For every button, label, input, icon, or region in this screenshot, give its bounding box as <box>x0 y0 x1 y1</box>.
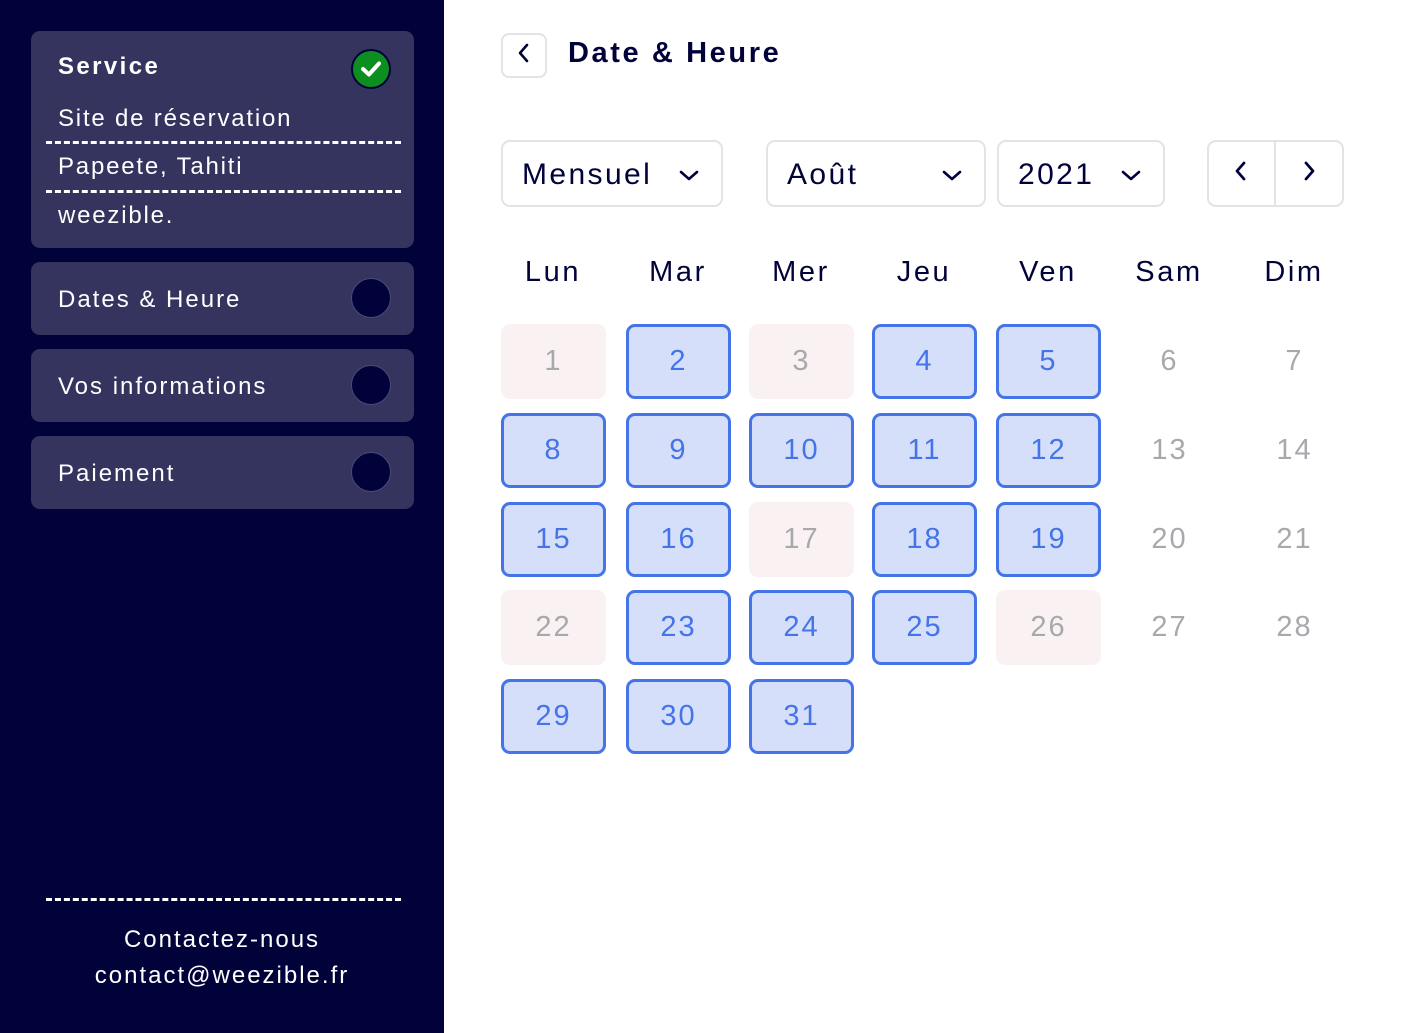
day-available[interactable]: 12 <box>996 413 1101 488</box>
view-mode-value: Mensuel <box>522 158 653 191</box>
day-available[interactable]: 23 <box>626 590 731 665</box>
weekday-header: Dim <box>1264 256 1324 288</box>
day-available[interactable]: 2 <box>626 324 731 399</box>
empty-circle-icon <box>351 278 391 318</box>
weekday-header: Ven <box>1019 256 1077 288</box>
day-unavailable: 17 <box>749 502 854 577</box>
service-detail-type: Site de réservation <box>58 105 293 132</box>
year-value: 2021 <box>1018 158 1095 191</box>
day-available[interactable]: 8 <box>501 413 606 488</box>
day-unavailable: 26 <box>996 590 1101 665</box>
step-title: Paiement <box>58 460 176 487</box>
service-detail-provider: weezible. <box>58 202 175 229</box>
weekday-header: Jeu <box>896 256 952 288</box>
month-value: Août <box>787 158 859 191</box>
day-available[interactable]: 15 <box>501 502 606 577</box>
chevron-right-icon <box>1302 159 1316 188</box>
service-detail-location: Papeete, Tahiti <box>58 153 244 180</box>
day-available[interactable]: 10 <box>749 413 854 488</box>
chevron-down-icon <box>677 164 701 186</box>
day-unavailable: 22 <box>501 590 606 665</box>
day-weekend: 14 <box>1276 434 1313 466</box>
weekday-header: Mer <box>772 256 830 288</box>
year-select[interactable]: 2021 <box>997 140 1165 207</box>
empty-circle-icon <box>351 452 391 492</box>
weekday-header: Mar <box>649 256 707 288</box>
day-weekend: 21 <box>1276 523 1313 555</box>
step-paiement[interactable]: Paiement <box>31 436 414 509</box>
step-service[interactable]: Service Site de réservation Papeete, Tah… <box>31 31 414 248</box>
divider <box>46 190 401 193</box>
day-weekend: 20 <box>1151 523 1188 555</box>
day-available[interactable]: 5 <box>996 324 1101 399</box>
day-weekend: 28 <box>1276 611 1313 643</box>
day-weekend: 7 <box>1285 345 1304 377</box>
weekday-header: Sam <box>1135 256 1203 288</box>
next-month-button[interactable] <box>1276 142 1343 205</box>
day-weekend: 27 <box>1151 611 1188 643</box>
step-vos-informations[interactable]: Vos informations <box>31 349 414 422</box>
weekday-header: Lun <box>524 256 582 288</box>
step-title: Dates & Heure <box>58 286 242 313</box>
day-available[interactable]: 16 <box>626 502 731 577</box>
sidebar: Service Site de réservation Papeete, Tah… <box>0 0 444 1033</box>
day-unavailable: 1 <box>501 324 606 399</box>
day-available[interactable]: 30 <box>626 679 731 754</box>
day-available[interactable]: 9 <box>626 413 731 488</box>
footer-divider <box>46 898 401 901</box>
view-mode-select[interactable]: Mensuel <box>501 140 723 207</box>
day-available[interactable]: 4 <box>872 324 977 399</box>
step-title: Vos informations <box>58 373 268 400</box>
step-dates-heure[interactable]: Dates & Heure <box>31 262 414 335</box>
chevron-left-icon <box>1234 159 1248 188</box>
day-available[interactable]: 11 <box>872 413 977 488</box>
chevron-left-icon <box>517 42 531 69</box>
page-title: Date & Heure <box>568 37 782 69</box>
day-available[interactable]: 25 <box>872 590 977 665</box>
month-select[interactable]: Août <box>766 140 986 207</box>
check-circle-icon <box>351 49 391 89</box>
month-navigation <box>1207 140 1344 207</box>
previous-month-button[interactable] <box>1209 142 1276 205</box>
contact-email-link[interactable]: contact@weezible.fr <box>0 962 444 990</box>
day-available[interactable]: 31 <box>749 679 854 754</box>
day-available[interactable]: 19 <box>996 502 1101 577</box>
day-unavailable: 3 <box>749 324 854 399</box>
divider <box>46 141 401 144</box>
day-available[interactable]: 24 <box>749 590 854 665</box>
empty-circle-icon <box>351 365 391 405</box>
day-weekend: 13 <box>1151 434 1188 466</box>
back-button[interactable] <box>501 33 547 78</box>
chevron-down-icon <box>1119 164 1143 186</box>
step-title: Service <box>58 53 161 80</box>
chevron-down-icon <box>940 164 964 186</box>
day-weekend: 6 <box>1160 345 1179 377</box>
day-available[interactable]: 29 <box>501 679 606 754</box>
contact-label: Contactez-nous <box>123 926 321 953</box>
day-available[interactable]: 18 <box>872 502 977 577</box>
